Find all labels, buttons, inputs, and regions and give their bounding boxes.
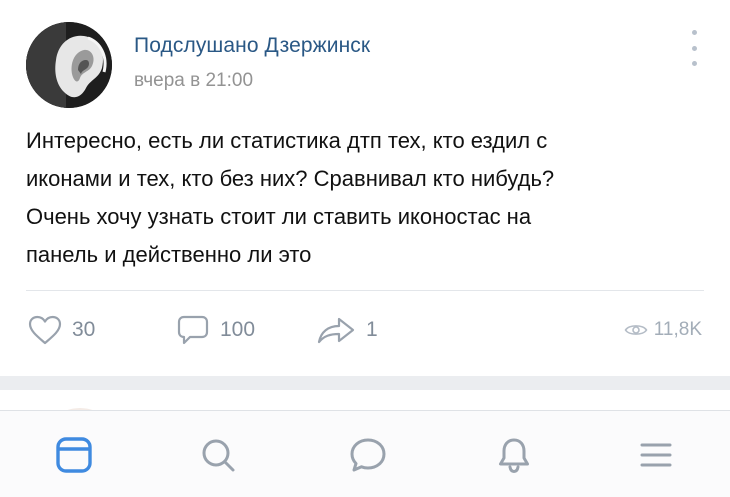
- group-name-link[interactable]: Подслушано Дзержинск: [134, 34, 370, 58]
- ear-avatar-image: [26, 22, 112, 108]
- news-feed-icon: [56, 437, 92, 473]
- more-vertical-icon[interactable]: [682, 30, 706, 66]
- views-counter: 11,8K: [624, 312, 702, 348]
- post-text-line: иконами и тех, кто без них? Сравнивал кт…: [26, 166, 555, 191]
- tab-messages[interactable]: [344, 431, 392, 479]
- notifications-bell-icon: [499, 438, 529, 474]
- post-text: Интересно, есть ли статистика дтп тех, к…: [26, 122, 710, 274]
- tab-notifications[interactable]: [490, 431, 538, 479]
- tab-search[interactable]: [194, 431, 242, 479]
- tab-menu[interactable]: [632, 431, 680, 479]
- like-button[interactable]: 30: [28, 312, 95, 348]
- search-icon: [202, 439, 235, 472]
- like-count: 30: [72, 318, 96, 341]
- comment-bubble-icon: [177, 315, 209, 345]
- messages-icon: [350, 438, 386, 472]
- post-card: Подслушано Дзержинск вчера в 21:00 Интер…: [0, 0, 730, 376]
- share-count: 1: [366, 318, 378, 341]
- comment-count: 100: [220, 318, 256, 341]
- share-button[interactable]: 1: [316, 312, 378, 348]
- views-count: 11,8K: [653, 319, 702, 340]
- share-arrow-icon: [317, 317, 355, 344]
- menu-icon: [640, 443, 672, 467]
- post-text-line: Очень хочу узнать стоит ли ставить иконо…: [26, 204, 532, 229]
- bottom-tab-bar: [0, 410, 730, 497]
- post-timestamp[interactable]: вчера в 21:00: [134, 70, 253, 92]
- feed-separator: [0, 376, 730, 390]
- comment-button[interactable]: 100: [176, 312, 255, 348]
- post-text-line: панель и действенно ли это: [26, 242, 312, 267]
- post-text-line: Интересно, есть ли статистика дтп тех, к…: [26, 128, 548, 153]
- post-divider: [26, 290, 704, 291]
- heart-icon: [28, 315, 62, 345]
- eye-icon: [624, 325, 648, 335]
- group-avatar[interactable]: [26, 22, 112, 108]
- tab-news[interactable]: [50, 431, 98, 479]
